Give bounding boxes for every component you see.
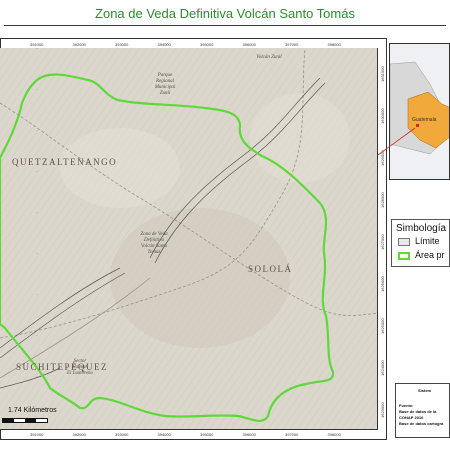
legend-swatch-area [398, 252, 410, 260]
info-line3: Base de datos cartogra [399, 421, 444, 426]
inset-leader [377, 127, 416, 156]
legend-title: Simbología [396, 223, 447, 234]
legend-swatch-limite [398, 238, 410, 246]
info-source-label: Fuente: [399, 403, 414, 408]
info-line1: Base de datos de la [399, 409, 437, 414]
legend-box: Simbología Límite Área pr [391, 219, 450, 267]
legend-label: Límite [415, 236, 440, 246]
info-line2: CONAP 2016 [399, 415, 424, 420]
source-info-box: Sistem Fuente: Base de datos de la CONAP… [395, 383, 450, 438]
info-title: Sistem [418, 388, 432, 393]
legend-label: Área pr [415, 250, 445, 260]
